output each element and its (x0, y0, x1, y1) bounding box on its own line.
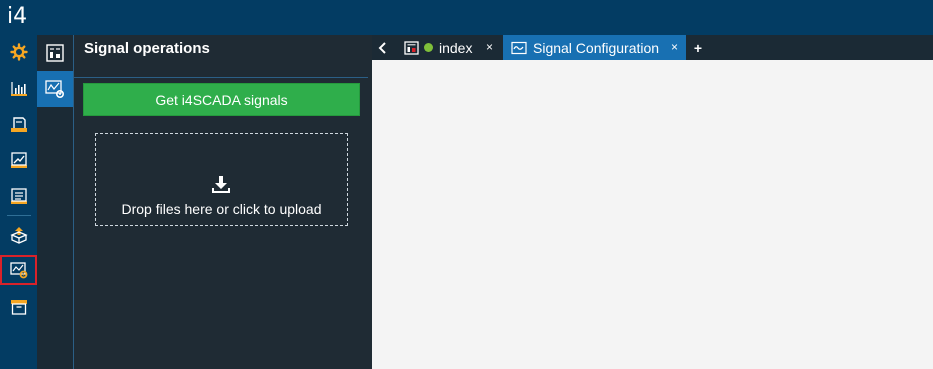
file-dropzone[interactable]: Drop files here or click to upload (95, 133, 348, 226)
secondary-nav-rail (37, 35, 73, 369)
archive-icon (10, 300, 27, 315)
tab-label: index (439, 39, 473, 56)
tab-index[interactable]: index × (396, 35, 501, 60)
main-nav-rail (0, 35, 37, 369)
nav-signal-config-button[interactable] (0, 255, 37, 285)
tab-scroll-back-button[interactable] (372, 35, 394, 60)
gear-icon (9, 43, 28, 61)
top-bar: i4 (0, 0, 933, 35)
main-content-area (372, 60, 933, 369)
status-dot (424, 43, 433, 52)
close-icon[interactable]: × (486, 40, 493, 54)
nav-bar-chart-button[interactable] (0, 73, 37, 103)
tab-label: Signal Configuration (533, 39, 660, 56)
nav-documents-button[interactable] (0, 181, 37, 211)
nav-print-button[interactable] (0, 109, 37, 139)
trend-chart-icon (10, 152, 27, 168)
tab-bar: index × Signal Configuration × + (372, 35, 933, 60)
tab-signal-configuration[interactable]: Signal Configuration × (503, 35, 686, 60)
panel-title: Signal operations (84, 40, 210, 57)
dashboard-grid-icon (46, 44, 64, 62)
signal-operations-panel: Signal operations Get i4SCADA signals Dr… (73, 35, 369, 369)
wave-icon (511, 41, 527, 54)
subnav-dashboard-button[interactable] (37, 35, 73, 71)
app-logo[interactable]: i4 (7, 4, 27, 29)
bar-chart-icon (10, 82, 27, 96)
nav-trend-button[interactable] (0, 145, 37, 175)
printer-icon (10, 117, 27, 132)
panel-divider (74, 77, 369, 78)
chevron-left-icon (378, 41, 386, 54)
nav-export-button[interactable] (0, 220, 37, 250)
signal-config-icon (45, 80, 65, 99)
nav-settings-button[interactable] (0, 37, 37, 67)
add-tab-button[interactable]: + (688, 35, 708, 60)
get-signals-button[interactable]: Get i4SCADA signals (83, 83, 360, 116)
subnav-signal-config-button[interactable] (37, 71, 73, 107)
dashboard-grid-icon (404, 40, 419, 55)
export-box-icon (9, 227, 28, 244)
nav-archive-button[interactable] (0, 292, 37, 322)
close-icon[interactable]: × (671, 40, 678, 54)
document-list-icon (10, 188, 27, 204)
rail-divider (7, 215, 31, 216)
dropzone-text: Drop files here or click to upload (121, 201, 322, 217)
download-icon (212, 176, 230, 193)
signal-config-icon (9, 262, 27, 279)
